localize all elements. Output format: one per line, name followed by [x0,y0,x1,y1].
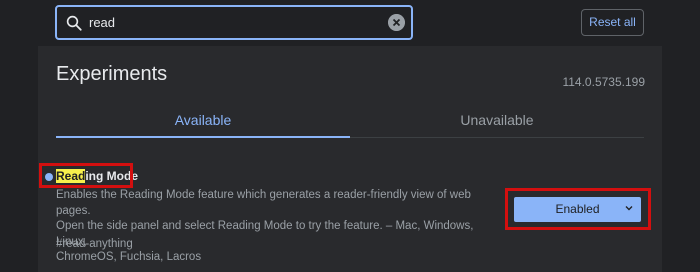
page-title: Experiments [56,63,168,85]
annotation-box-flag-select [505,188,651,230]
flag-description-line: Enables the Reading Mode feature which g… [56,189,471,217]
flag-description-line: ChromeOS, Fuchsia, Lacros [56,251,202,263]
flag-anchor-link[interactable]: #read-anything [56,238,133,250]
tab-available[interactable]: Available [56,105,350,138]
annotation-box-flag-name [39,163,133,188]
search-icon [66,15,82,31]
reset-all-button[interactable]: Reset all [581,9,644,36]
search-input[interactable] [89,7,379,38]
version-label: 114.0.5735.199 [562,75,645,89]
flag-description: Enables the Reading Mode feature which g… [56,188,496,266]
search-box[interactable] [55,5,413,40]
clear-icon[interactable] [388,14,405,31]
tab-unavailable[interactable]: Unavailable [350,105,644,138]
top-bar: Reset all [0,0,700,46]
